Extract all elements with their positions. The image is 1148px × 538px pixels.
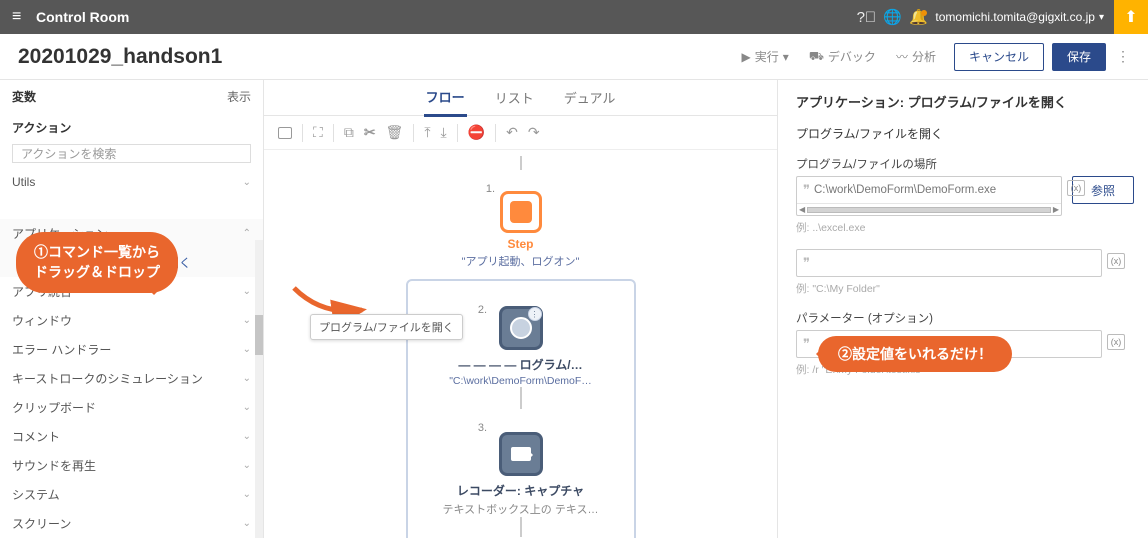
chevron-up-icon: ⌃ bbox=[243, 228, 251, 239]
cut-icon[interactable]: ✂ bbox=[364, 124, 376, 141]
properties-section: プログラム/ファイルを開く bbox=[796, 125, 1130, 142]
copy-icon[interactable]: ⧉ bbox=[344, 124, 354, 141]
quote-icon: ❞ bbox=[803, 182, 810, 198]
sidebar-item-screen[interactable]: スクリーン⌄ bbox=[0, 509, 263, 538]
save-button[interactable]: 保存 bbox=[1052, 43, 1106, 71]
debug-button[interactable]: ⛟ デバック bbox=[809, 48, 876, 65]
sidebar-item-window[interactable]: ウィンドウ⌄ bbox=[0, 306, 263, 335]
left-scrollbar[interactable] bbox=[255, 240, 263, 538]
node-menu-icon[interactable]: ⋮ bbox=[528, 307, 542, 321]
properties-panel: アプリケーション: プログラム/ファイルを開く プログラム/ファイルを開く プロ… bbox=[778, 80, 1148, 538]
node2-path: "C:\work\DemoForm\DemoF… bbox=[414, 375, 628, 387]
field1-hint: 例: ..\excel.exe bbox=[796, 220, 1130, 235]
run-button[interactable]: ▶ 実行 ▾ bbox=[742, 48, 789, 65]
tab-flow[interactable]: フロー bbox=[424, 79, 467, 117]
step-label: Step bbox=[391, 237, 651, 251]
bot-title: 20201029_handson1 bbox=[18, 45, 732, 69]
variables-header: 変数 bbox=[12, 88, 36, 105]
snap-icon[interactable]: ⛶ bbox=[313, 124, 323, 141]
search-placeholder: アクションを検索 bbox=[21, 145, 116, 162]
input-scrollbar[interactable]: ◀▶ bbox=[797, 203, 1061, 215]
help-icon[interactable]: ?⃝ bbox=[853, 9, 879, 26]
node3-title: レコーダー: キャプチャ bbox=[414, 482, 628, 499]
variable-tag-icon[interactable]: (x) bbox=[1067, 180, 1085, 196]
record-icon[interactable] bbox=[278, 127, 292, 139]
node-number-3: 3. bbox=[478, 422, 487, 434]
camera-icon bbox=[511, 447, 531, 461]
field2-hint: 例: "C:\My Folder" bbox=[796, 281, 1130, 296]
callout-1: ①コマンド一覧から ドラッグ＆ドロップ bbox=[16, 232, 178, 293]
sidebar-item-comment[interactable]: コメント⌄ bbox=[0, 422, 263, 451]
flow-canvas[interactable]: 1. Step "アプリ起動、ログオン" 2. ⋮ — — — — ログラム/…… bbox=[264, 150, 777, 538]
more-icon[interactable]: ⋮ bbox=[1116, 48, 1130, 65]
toolbar: ⛶ ⧉ ✂ 🗑 ⤒ ⤓ ⛔ ↶ ↷ bbox=[264, 116, 777, 150]
app-title: Control Room bbox=[36, 9, 853, 25]
node-number-1: 1. bbox=[486, 183, 495, 195]
paste-below-icon[interactable]: ⤓ bbox=[441, 124, 447, 141]
node2-title: — — — — ログラム/… bbox=[414, 356, 628, 373]
undo-icon[interactable]: ↶ bbox=[506, 124, 518, 141]
delete-icon[interactable]: 🗑 bbox=[386, 124, 404, 141]
sidebar-item-play-sound[interactable]: サウンドを再生⌄ bbox=[0, 451, 263, 480]
tab-dual[interactable]: デュアル bbox=[562, 80, 618, 115]
flow-node-recorder-1[interactable] bbox=[499, 432, 543, 476]
start-in-input[interactable]: ❞ (x) bbox=[796, 249, 1102, 277]
chevron-down-icon: ⌄ bbox=[243, 177, 251, 188]
sidebar-item-error-handler[interactable]: エラー ハンドラー⌄ bbox=[0, 335, 263, 364]
left-panel: 変数 表示 アクション アクションを検索 Utils⌄ アプリケーション⌃ プロ… bbox=[0, 80, 264, 538]
user-email[interactable]: tomomichi.tomita@gigxit.co.jp bbox=[935, 10, 1095, 24]
flow-node-step[interactable] bbox=[500, 191, 542, 233]
sidebar-item-system[interactable]: システム⌄ bbox=[0, 480, 263, 509]
quote-icon: ❞ bbox=[803, 255, 810, 271]
step-description: "アプリ起動、ログオン" bbox=[391, 253, 651, 269]
program-path-input[interactable]: ❞ C:\work\DemoForm\DemoForm.exe ◀▶ (x) bbox=[796, 176, 1062, 216]
paste-above-icon[interactable]: ⤒ bbox=[424, 124, 430, 141]
variables-show[interactable]: 表示 bbox=[227, 88, 251, 105]
user-chevron-icon[interactable]: ▾ bbox=[1099, 12, 1104, 23]
callout-2: ②設定値をいれるだけ！ bbox=[818, 336, 1012, 372]
actions-header: アクション bbox=[0, 113, 263, 140]
view-tabs: フロー リスト デュアル bbox=[264, 80, 777, 116]
sidebar-item-clipboard[interactable]: クリップボード⌄ bbox=[0, 393, 263, 422]
cancel-button[interactable]: キャンセル bbox=[954, 43, 1044, 71]
subheader: 20201029_handson1 ▶ 実行 ▾ ⛟ デバック 〰 分析 キャン… bbox=[0, 34, 1148, 80]
drag-tooltip: プログラム/ファイルを開く bbox=[310, 314, 463, 340]
topbar: ≡ Control Room ?⃝ 🌐 🔔 tomomichi.tomita@g… bbox=[0, 0, 1148, 34]
notification-icon[interactable]: 🔔 bbox=[905, 8, 931, 26]
program-icon bbox=[510, 317, 532, 339]
field-label-params: パラメーター (オプション) bbox=[796, 310, 1130, 326]
variable-tag-icon[interactable]: (x) bbox=[1107, 253, 1125, 269]
analyze-button[interactable]: 〰 分析 bbox=[896, 48, 936, 65]
globe-icon[interactable]: 🌐 bbox=[879, 8, 905, 26]
properties-title: アプリケーション: プログラム/ファイルを開く bbox=[796, 92, 1130, 111]
node-number-2: 2. bbox=[478, 304, 487, 316]
flow-node-open-program[interactable]: ⋮ bbox=[499, 306, 543, 350]
variable-tag-icon[interactable]: (x) bbox=[1107, 334, 1125, 350]
disable-icon[interactable]: ⛔ bbox=[468, 124, 485, 141]
action-search[interactable]: アクションを検索 bbox=[12, 144, 251, 163]
field-label-path: プログラム/ファイルの場所 bbox=[796, 156, 1130, 172]
node3-description: テキストボックス上の テキス… bbox=[414, 501, 628, 517]
redo-icon[interactable]: ↷ bbox=[528, 124, 540, 141]
sidebar-item-utils[interactable]: Utils⌄ bbox=[0, 169, 263, 195]
program-path-value: C:\work\DemoForm\DemoForm.exe bbox=[814, 184, 996, 196]
upgrade-icon[interactable]: ⬆ bbox=[1114, 0, 1148, 34]
tab-list[interactable]: リスト bbox=[493, 80, 536, 115]
sidebar-item-keystroke[interactable]: キーストロークのシミュレーション⌄ bbox=[0, 364, 263, 393]
menu-icon[interactable]: ≡ bbox=[12, 8, 28, 26]
